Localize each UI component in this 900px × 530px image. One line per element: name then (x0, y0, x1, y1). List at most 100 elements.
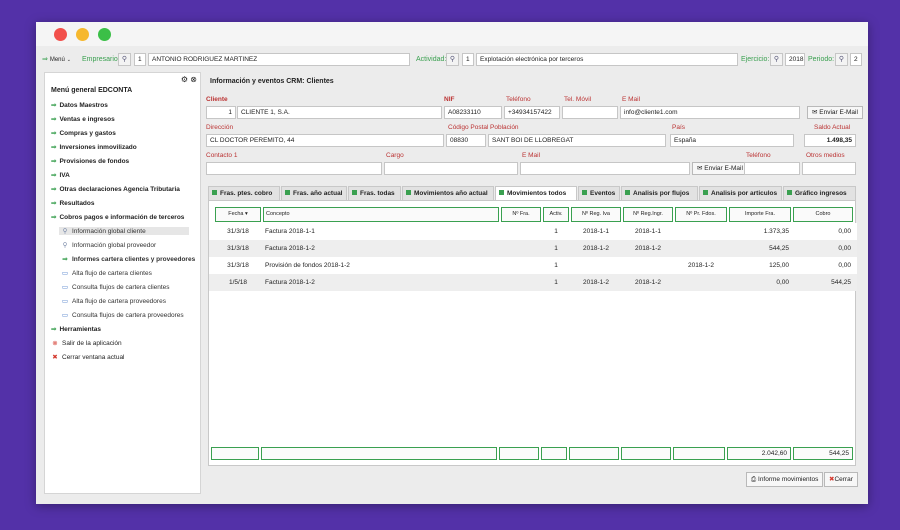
minimize-window-button[interactable] (76, 28, 89, 41)
telefono2-field[interactable] (744, 162, 800, 175)
panel-title: Información y eventos CRM: Clientes (210, 78, 334, 85)
enviar-email-button-1[interactable]: ✉ Enviar E-Mail (807, 106, 863, 119)
table-row[interactable]: 31/3/18 Provisión de fondos 2018-1-2 1 2… (209, 257, 857, 274)
sidebar-item-datos-maestros[interactable]: ⇒ Datos Maestros (51, 101, 108, 109)
tab-grafico-ingresos[interactable]: Gráfico ingresos (783, 186, 856, 200)
tab-analisis-flujos[interactable]: Analisis por flujos (621, 186, 698, 200)
cell-concepto: Factura 2018-1-2 (265, 245, 315, 252)
cerrar-button[interactable]: ✖Cerrar (824, 472, 858, 487)
sidebar-item-cobros-pagos[interactable]: ⇒ Cobros pagos e información de terceros (51, 213, 184, 221)
email2-label: E Mail (522, 152, 541, 159)
tab-fras-ano-actual[interactable]: Fras. año actual (281, 186, 347, 200)
informe-movimientos-button[interactable]: ⎙ Informe movimientos (746, 472, 824, 487)
cell-cobro: 0,00 (838, 228, 851, 235)
tab-fras-ptes-cobro[interactable]: Fras. ptes. cobro (208, 186, 280, 200)
periodo-field[interactable]: 2 (850, 53, 862, 66)
tab-movimientos-ano-actual[interactable]: Movimientos año actual (402, 186, 494, 200)
empresario-search-button[interactable]: ⚲ (118, 53, 131, 66)
column-header-n-pr-fdos[interactable]: Nº Pr. Fdos. (675, 207, 727, 222)
sidebar-item-provisiones[interactable]: ⇒ Provisiones de fondos (51, 157, 129, 165)
telefono-field[interactable]: +34934157422 (504, 106, 560, 119)
tab-analisis-articulos[interactable]: Analisis por articulos (699, 186, 782, 200)
email-field[interactable]: info@cliente1.com (620, 106, 800, 119)
cell-n-reg-iva (571, 257, 621, 274)
contacto-field[interactable] (206, 162, 382, 175)
envelope-icon: ✉ (697, 165, 703, 172)
sidebar-subitem-info-proveedor[interactable]: ⚲ Información global proveedor (61, 241, 157, 249)
sidebar-item-otras-declaraciones[interactable]: ⇒ Otras declaraciones Agencia Tributaria (51, 185, 180, 193)
tel-movil-field[interactable] (562, 106, 618, 119)
maximize-window-button[interactable] (98, 28, 111, 41)
column-header-activ[interactable]: Activ. (543, 207, 569, 222)
tab-eventos[interactable]: Eventos (578, 186, 620, 200)
cell-fecha: 1/5/18 (228, 279, 248, 286)
cliente-name-field[interactable]: CLIENTE 1, S.A. (237, 106, 442, 119)
sidebar-item-inversiones[interactable]: ⇒ Inversiones inmovilizado (51, 143, 137, 151)
ejercicio-field[interactable]: 2018 (785, 53, 805, 66)
sidebar-subitem-informes-cartera[interactable]: ⇒ Informes cartera clientes y proveedores (61, 255, 195, 263)
sidebar-item-label: Consulta flujos de cartera proveedores (72, 312, 184, 319)
sidebar-close-icon[interactable]: ⊗ (190, 75, 197, 84)
periodo-label: Periodo: (808, 56, 835, 63)
otros-medios-field[interactable] (802, 162, 856, 175)
email2-field[interactable] (520, 162, 690, 175)
nif-field[interactable]: A08233110 (444, 106, 502, 119)
actividad-name-field[interactable]: Explotación electrónica por terceros (476, 53, 738, 66)
column-header-concepto[interactable]: Concepto (263, 207, 499, 222)
total-n-fra-cell (499, 447, 539, 460)
sidebar-item-label: Salir de la aplicación (62, 340, 122, 347)
sidebar-item-salir[interactable]: ⊗ Salir de la aplicación (51, 339, 122, 347)
table-row[interactable]: 1/5/18 Factura 2018-1-2 1 2018-1-2 2018-… (209, 274, 857, 291)
tab-marker-icon (582, 190, 587, 195)
sidebar-item-compras[interactable]: ⇒ Compras y gastos (51, 129, 116, 137)
cell-n-reg-ingr (623, 257, 673, 274)
pais-label: País (672, 124, 686, 131)
sidebar-settings-icon[interactable]: ⚙ (181, 75, 188, 84)
sidebar-item-label: Cerrar ventana actual (62, 354, 125, 361)
tab-label: Movimientos año actual (414, 190, 488, 197)
direccion-field[interactable]: CL DOCTOR PEREMITO, 44 (206, 134, 444, 147)
column-header-n-reg-iva[interactable]: Nº Reg. Iva (571, 207, 621, 222)
column-header-importe-fra[interactable]: Importe Fra. (729, 207, 791, 222)
total-activ-cell (541, 447, 567, 460)
pais-field[interactable]: España (670, 134, 794, 147)
tab-marker-icon (285, 190, 290, 195)
sidebar-subitem-consulta-proveedores[interactable]: ▭ Consulta flujos de cartera proveedores (61, 311, 184, 319)
enviar-email-button-2[interactable]: ✉ Enviar E-Mail (692, 162, 748, 175)
column-header-fecha[interactable]: Fecha ▾ (215, 207, 261, 222)
cliente-code-field[interactable]: 1 (206, 106, 236, 119)
empresario-name-field[interactable]: ANTONIO RODRIGUEZ MARTINEZ (148, 53, 410, 66)
poblacion-field[interactable]: SANT BOI DE LLOBREGAT (488, 134, 666, 147)
arrow-icon: ⇒ (51, 186, 57, 193)
envelope-icon: ✉ (812, 109, 818, 116)
printer-icon: ⎙ (751, 476, 757, 483)
actividad-code-field[interactable]: 1 (462, 53, 474, 66)
menu-button[interactable]: ⇒ Menú ⌄ (42, 53, 71, 66)
close-window-button[interactable] (54, 28, 67, 41)
column-header-n-fra[interactable]: Nº Fra. (501, 207, 541, 222)
telefono-label: Teléfono (506, 96, 531, 103)
ejercicio-search-button[interactable]: ⚲ (770, 53, 783, 66)
column-header-cobro[interactable]: Cobro (793, 207, 853, 222)
sidebar-item-herramientas[interactable]: ⇒ Herramientas (51, 325, 101, 333)
table-row[interactable]: 31/3/18 Factura 2018-1-2 1 2018-1-2 2018… (209, 240, 857, 257)
periodo-search-button[interactable]: ⚲ (835, 53, 848, 66)
table-row[interactable]: 31/3/18 Factura 2018-1-1 1 2018-1-1 2018… (209, 223, 857, 240)
sidebar-item-iva[interactable]: ⇒ IVA (51, 171, 70, 179)
tab-movimientos-todos[interactable]: Movimientos todos (495, 186, 577, 201)
sidebar-item-resultados[interactable]: ⇒ Resultados (51, 199, 95, 207)
column-header-n-reg-ingr[interactable]: Nº Reg.Ingr. (623, 207, 673, 222)
cargo-field[interactable] (384, 162, 518, 175)
sidebar-subitem-consulta-clientes[interactable]: ▭ Consulta flujos de cartera clientes (61, 283, 170, 291)
sidebar-subitem-alta-proveedores[interactable]: ▭ Alta flujo de cartera proveedores (61, 297, 166, 305)
sidebar-item-ventas[interactable]: ⇒ Ventas e ingresos (51, 115, 115, 123)
sidebar-subitem-alta-clientes[interactable]: ▭ Alta flujo de cartera clientes (61, 269, 152, 277)
actividad-search-button[interactable]: ⚲ (446, 53, 459, 66)
sidebar-subitem-info-cliente[interactable]: ⚲ Información global cliente (59, 227, 189, 235)
chevron-down-icon: ⌄ (66, 57, 71, 63)
empresario-code-field[interactable]: 1 (134, 53, 146, 66)
sidebar-item-cerrar[interactable]: ✖ Cerrar ventana actual (51, 353, 125, 361)
cp-field[interactable]: 08830 (446, 134, 486, 147)
tab-fras-todas[interactable]: Fras. todas (348, 186, 401, 200)
tab-marker-icon (625, 190, 630, 195)
